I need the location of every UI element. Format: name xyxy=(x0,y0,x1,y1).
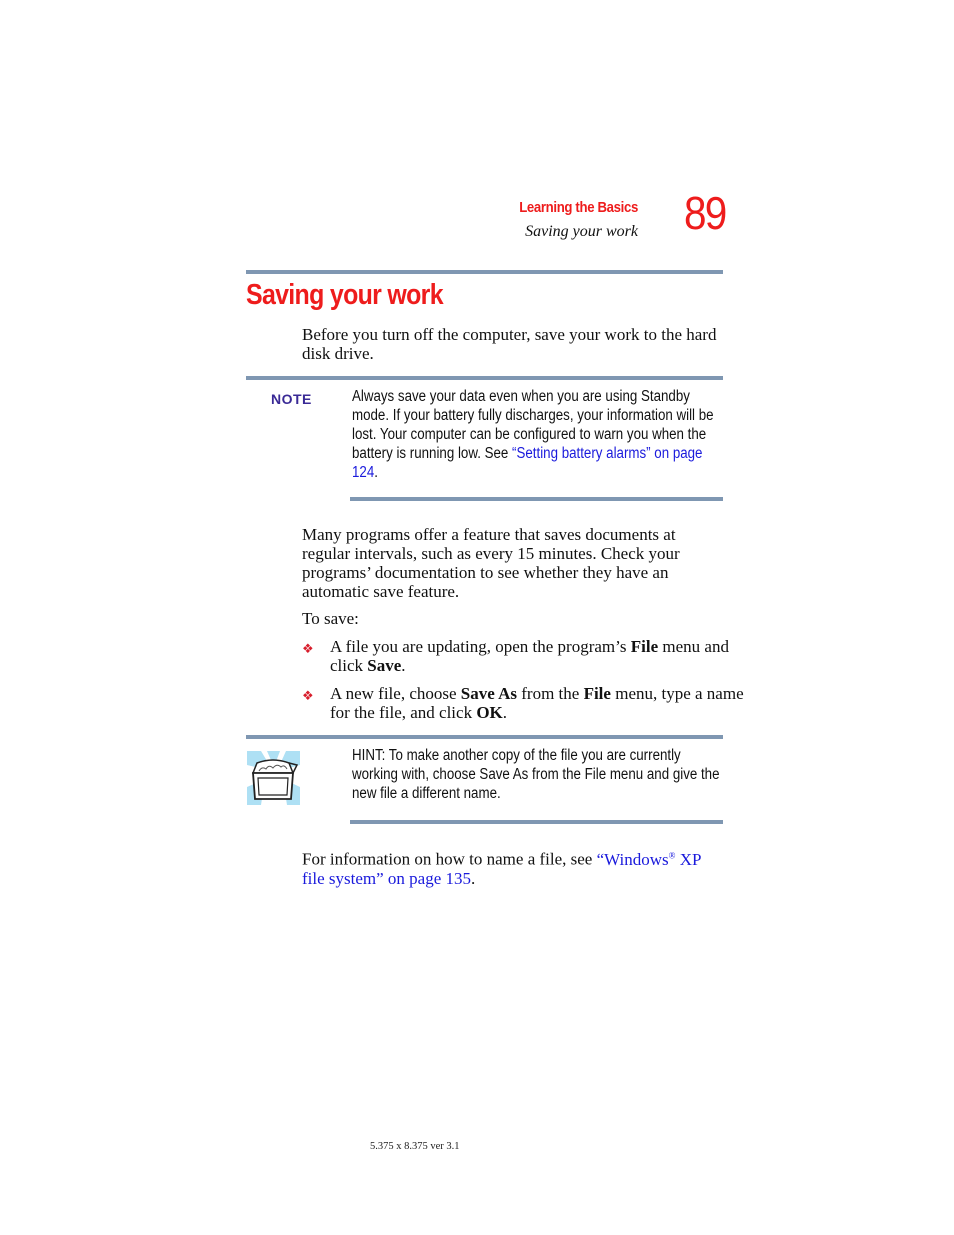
note-text: Always save your data even when you are … xyxy=(352,387,720,482)
bold-term: File xyxy=(583,684,611,703)
bullet-text-part: from the xyxy=(517,684,584,703)
bold-term: OK xyxy=(476,703,503,722)
bullet-item: ❖ A new file, choose Save As from the Fi… xyxy=(302,684,750,722)
running-header-section: Saving your work xyxy=(525,223,638,240)
bold-term: Save xyxy=(367,656,402,675)
autosave-paragraph: Many programs offer a feature that saves… xyxy=(302,525,680,601)
closing-end: . xyxy=(471,868,476,888)
closing-text: For information on how to name a file, s… xyxy=(302,849,597,869)
bullet-text: A new file, choose Save As from the File… xyxy=(330,684,744,722)
bold-term: Save As xyxy=(460,684,517,703)
bold-term: File xyxy=(630,637,659,656)
intro-paragraph: Before you turn off the computer, save y… xyxy=(302,325,717,363)
bullet-item: ❖ A file you are updating, open the prog… xyxy=(302,637,750,675)
hint-text: HINT: To make another copy of the file y… xyxy=(352,747,720,802)
treasure-chest-icon xyxy=(247,751,300,805)
note-label: NOTE xyxy=(271,391,312,407)
bullet-text-part: . xyxy=(401,656,406,675)
bullet-text-part: . xyxy=(502,703,508,722)
running-header-chapter: Learning the Basics xyxy=(519,199,638,216)
title-rule xyxy=(246,270,723,274)
bullet-text: A file you are updating, open the progra… xyxy=(330,637,729,675)
link-part: “Windows xyxy=(596,849,669,869)
hint-bottom-rule xyxy=(350,820,723,824)
note-top-rule xyxy=(246,376,723,380)
bullet-text-part: A file you are updating, open the progra… xyxy=(330,637,631,656)
hint-top-rule xyxy=(246,735,723,739)
diamond-bullet-icon: ❖ xyxy=(302,688,314,703)
page-title: Saving your work xyxy=(246,279,444,311)
page-footer: 5.375 x 8.375 ver 3.1 xyxy=(370,1141,460,1152)
page-number: 89 xyxy=(684,187,727,239)
note-bottom-rule xyxy=(350,497,723,501)
to-save-label: To save: xyxy=(302,609,359,628)
closing-paragraph: For information on how to name a file, s… xyxy=(302,846,722,888)
diamond-bullet-icon: ❖ xyxy=(302,641,314,656)
note-text-end: . xyxy=(374,464,378,481)
bullet-text-part: A new file, choose xyxy=(330,684,461,703)
